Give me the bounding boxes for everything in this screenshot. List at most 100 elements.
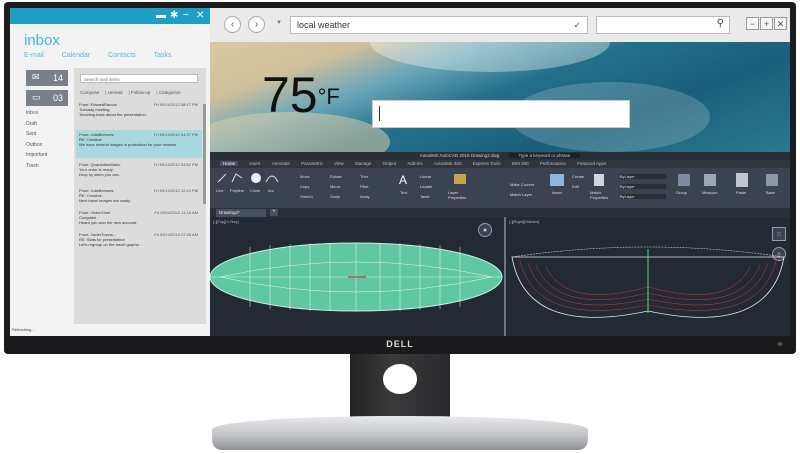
nav-contacts[interactable]: Contacts [108, 52, 136, 59]
filter-follow-up[interactable]: Follow-up [131, 90, 151, 95]
cad-ribbon: Line Polyline Circle Arc Move Rotate Tri… [210, 168, 790, 222]
temperature-value: 75 [262, 67, 318, 123]
folder-draft[interactable]: Draft [26, 119, 47, 130]
weather-location-input[interactable] [372, 100, 630, 128]
close-button[interactable]: ✕ [774, 17, 787, 30]
folder-list: Inbox Draft Sent Outbox Important Trash [26, 108, 47, 171]
forward-button[interactable]: › [248, 16, 265, 33]
folder-outbox[interactable]: Outbox [26, 140, 47, 151]
weather-panel: 75°F [210, 42, 790, 152]
document-tabs: Drawing2* + [210, 208, 790, 217]
folder-sent[interactable]: Sent [26, 129, 47, 140]
message-preview: Drop by when you can. [79, 172, 120, 178]
filter-unread[interactable]: Unread [108, 90, 123, 95]
temperature-readout: 75°F [262, 70, 340, 120]
tab-express-tools[interactable]: Express Tools [473, 161, 501, 166]
tab-bim-360[interactable]: BIM 360 [512, 161, 529, 166]
new-tab-button[interactable]: + [270, 209, 278, 216]
message-list-scrollbar[interactable] [203, 104, 206, 204]
close-icon[interactable]: ✕ [196, 10, 204, 22]
cable-management-hole [383, 364, 417, 394]
ribbon-icons: A [217, 173, 778, 187]
message-date: Fri 09/14/2012 07:28 AM [154, 232, 198, 237]
search-icon[interactable]: ⚲ [717, 18, 724, 29]
dropdown-icon[interactable]: ▼ [276, 20, 282, 26]
minimize-icon[interactable]: ▬ [156, 10, 166, 22]
chat-icon: ▭ [32, 92, 41, 102]
message-preview: Next travel images are ready. [79, 198, 131, 204]
mail-search-input[interactable]: Search mail items [80, 74, 198, 83]
back-button[interactable]: ‹ [224, 16, 241, 33]
message-date: Fri 09/14/2012 04:37 PM [153, 132, 198, 137]
viewport-right[interactable]: [-][Right][Hidden] ▢ ◎ [506, 217, 790, 336]
message-item-selected[interactable]: From: JuliaBehrans Fri 09/14/2012 04:37 … [76, 130, 202, 158]
power-led-icon[interactable] [778, 342, 782, 346]
paste-icon [736, 173, 748, 187]
monitor-screen: ▬ ✱ − ✕ inbox E-mail Calendar Contacts T… [10, 8, 790, 336]
unread-mail-tile[interactable]: ✉ 14 [26, 70, 68, 86]
tab-featured-apps[interactable]: Featured Apps [577, 161, 606, 166]
filter-categorize[interactable]: Categorize [159, 90, 181, 95]
mail-app: ▬ ✱ − ✕ inbox E-mail Calendar Contacts T… [10, 8, 211, 336]
circle-icon [251, 173, 261, 183]
brand-logo: DELL [386, 339, 414, 349]
cad-ribbon-tabs: Home Insert Annotate Parametric View Man… [210, 160, 790, 168]
mail-title: inbox [24, 32, 60, 49]
nav-calendar[interactable]: Calendar [62, 52, 90, 59]
folder-inbox[interactable]: Inbox [26, 108, 47, 119]
address-bar[interactable]: local weather ✓ [290, 16, 588, 34]
nav-tasks[interactable]: Tasks [154, 52, 172, 59]
separator-icon: − [183, 10, 189, 21]
maximize-button[interactable]: + [760, 17, 773, 30]
tab-home[interactable]: Home [220, 161, 239, 166]
hull-section-drawing [511, 246, 785, 318]
message-preview: We have several images in production for… [79, 142, 178, 148]
message-date: Fri 09/14/2012 03:52 PM [153, 162, 198, 167]
tab-add-ins[interactable]: Add-ins [407, 161, 422, 166]
messages-count: 03 [52, 93, 63, 103]
envelope-icon: ✉ [32, 72, 40, 82]
address-text: local weather [297, 20, 351, 30]
browser-search-input[interactable]: ⚲ [596, 16, 730, 34]
viewport-top[interactable]: [-][Top][X-Ray] ▣ [210, 217, 504, 336]
browser-toolbar: ‹ › ▼ local weather ✓ ⚲ − + ✕ [210, 8, 790, 42]
tab-parametric[interactable]: Parametric [301, 161, 323, 166]
tab-autodesk-360[interactable]: Autodesk 360 [434, 161, 462, 166]
cad-titlebar: Autodesk AutoCAD 2015 Drawing2.dwg Type … [210, 152, 790, 160]
message-item[interactable]: From: EdwardRamos Fri 09/14/2012 08:17 P… [76, 100, 202, 128]
folder-important[interactable]: Important [26, 150, 47, 161]
filter-compose[interactable]: Compose [80, 90, 99, 95]
folder-trash[interactable]: Trash [26, 161, 47, 172]
message-item[interactable]: From: JavierTruma... Fri 09/14/2012 07:2… [76, 230, 202, 258]
monitor-stand-neck [350, 354, 450, 422]
monitor-stand-base [212, 416, 588, 450]
message-date: Fri 09/14/2012 08:17 PM [153, 102, 198, 107]
mail-status: Refreshing... [12, 327, 35, 332]
tab-annotate[interactable]: Annotate [272, 161, 290, 166]
tab-output[interactable]: Output [383, 161, 397, 166]
messages-tile[interactable]: ▭ 03 [26, 90, 68, 106]
message-preview: Touching base about the presentation. [79, 112, 147, 118]
hull-plan-drawing [210, 242, 503, 312]
tab-insert[interactable]: Insert [249, 161, 260, 166]
unread-count: 14 [52, 73, 63, 83]
message-item[interactable]: From: QuarantineMario Fri 09/14/2012 03:… [76, 160, 202, 188]
tab-performance[interactable]: Performance [540, 161, 566, 166]
minimize-button[interactable]: − [746, 17, 759, 30]
mail-filters: Compose | Unread | Follow-up | Categorize [80, 90, 181, 95]
browser-window: ‹ › ▼ local weather ✓ ⚲ − + ✕ 75°F [210, 8, 790, 152]
monitor-chin: DELL [4, 336, 796, 354]
nav-email[interactable]: E-mail [24, 52, 44, 59]
cad-keyword-search[interactable]: Type a keyword or phrase [508, 153, 581, 158]
tab-manage[interactable]: Manage [355, 161, 371, 166]
insert-block-icon [550, 174, 564, 186]
document-tab[interactable]: Drawing2* [216, 209, 266, 217]
message-list: Search mail items Compose | Unread | Follo… [74, 68, 206, 324]
autocad-window: Autodesk AutoCAD 2015 Drawing2.dwg Type … [210, 152, 790, 336]
mail-nav: E-mail Calendar Contacts Tasks [24, 52, 204, 59]
chevron-left-icon: ‹ [230, 19, 235, 30]
checkmark-icon[interactable]: ✓ [573, 17, 581, 33]
wave-foam [370, 42, 610, 72]
tab-view[interactable]: View [334, 161, 344, 166]
gear-icon[interactable]: ✱ [170, 10, 178, 22]
